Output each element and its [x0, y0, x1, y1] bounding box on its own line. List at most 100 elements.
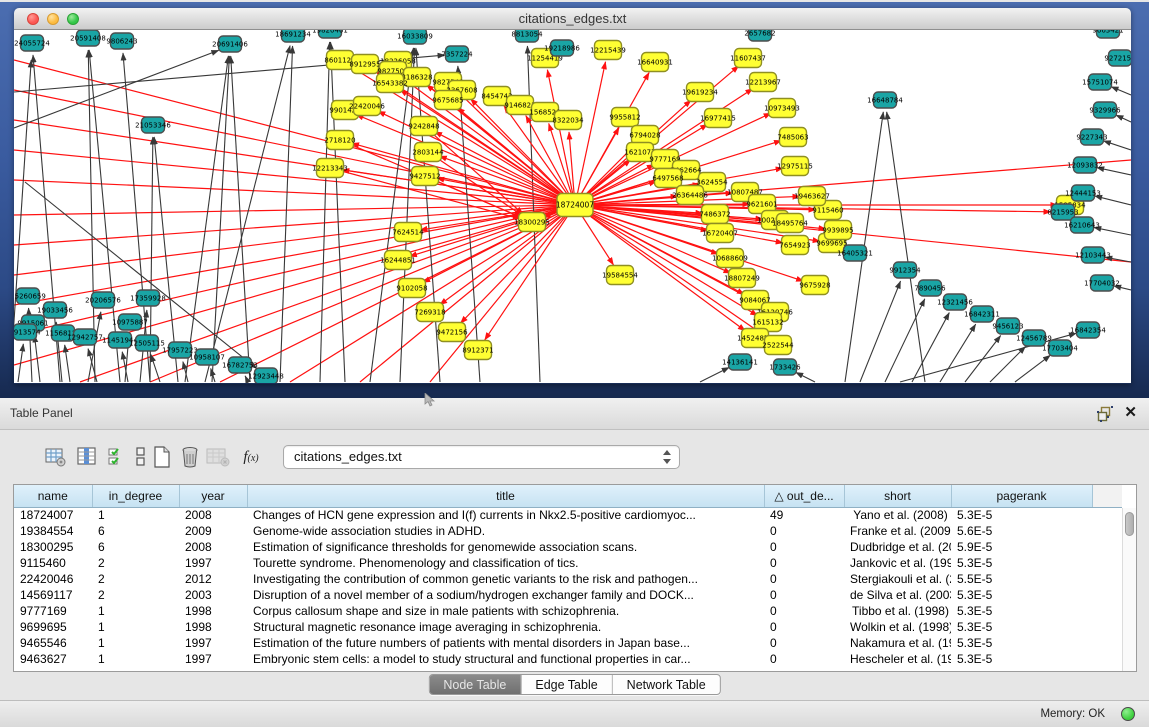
table-cell[interactable]: 0	[764, 619, 844, 635]
table-cell[interactable]: 1	[92, 619, 179, 635]
table-cell[interactable]: 5.3E-5	[951, 603, 1092, 619]
table-cell[interactable]: 1997	[179, 651, 247, 667]
close-panel-icon[interactable]: ✕	[1124, 403, 1137, 421]
graph-edge[interactable]	[860, 281, 901, 382]
table-cell[interactable]: de Silva et al. (2003)	[844, 587, 951, 603]
graph-node[interactable]: 21053346	[135, 117, 171, 133]
column-header[interactable]: short	[844, 485, 951, 507]
table-cell[interactable]: 0	[764, 587, 844, 603]
graph-edge[interactable]	[14, 205, 575, 215]
graph-node[interactable]: 16842311	[964, 306, 1000, 322]
graph-edge[interactable]	[700, 367, 729, 382]
graph-node[interactable]: 10975887	[112, 314, 148, 330]
table-cell[interactable]: 9465546	[14, 635, 92, 651]
table-cell[interactable]: Stergiakouli et al. (2012)	[844, 571, 951, 587]
table-cell[interactable]: 18300295	[14, 539, 92, 555]
graph-node[interactable]: 9456123	[992, 318, 1023, 334]
table-cell[interactable]: Estimation of significance thresholds fo…	[247, 539, 764, 555]
graph-node[interactable]: 20691406	[212, 36, 248, 52]
column-checklist-icon[interactable]	[106, 444, 130, 470]
table-cell[interactable]: Changes of HCN gene expression and I(f) …	[247, 507, 764, 523]
graph-node[interactable]: 19584554	[602, 266, 638, 285]
graph-node[interactable]: 9427512	[409, 167, 440, 186]
graph-edge[interactable]	[280, 46, 293, 382]
table-cell[interactable]: 0	[764, 571, 844, 587]
graph-node[interactable]: 16543382	[372, 74, 408, 93]
table-select[interactable]: citations_edges.txt	[283, 445, 680, 469]
graph-edge[interactable]	[212, 56, 229, 382]
table-row[interactable]: 911546021997Tourette syndrome. Phenomeno…	[14, 555, 1122, 571]
graph-node[interactable]: 9955812	[609, 108, 640, 127]
graph-node[interactable]: 9329966	[1089, 102, 1121, 118]
graph-node[interactable]: 2522544	[762, 336, 794, 355]
table-row[interactable]: 946362711997Embryonic stem cells: a mode…	[14, 651, 1122, 667]
graph-node[interactable]: 22420046	[349, 97, 385, 116]
graph-edge[interactable]	[1111, 87, 1131, 95]
column-header[interactable]: year	[179, 485, 247, 507]
table-cell[interactable]: 1	[92, 651, 179, 667]
graph-edge[interactable]	[575, 193, 733, 205]
graph-node[interactable]: 1733426	[769, 359, 801, 375]
graph-edge[interactable]	[440, 205, 575, 305]
table-cell[interactable]: Jankovic et al. (1997)	[844, 555, 951, 571]
tab-network-table[interactable]: Network Table	[613, 675, 720, 694]
table-cell[interactable]: 9777169	[14, 603, 92, 619]
table-cell[interactable]: 1	[92, 603, 179, 619]
table-cell[interactable]: 1997	[179, 555, 247, 571]
table-cell[interactable]: 1997	[179, 635, 247, 651]
table-cell[interactable]: 2	[92, 555, 179, 571]
table-cell[interactable]: 0	[764, 651, 844, 667]
graph-node[interactable]: 16720407	[702, 224, 738, 243]
network-window-titlebar[interactable]: citations_edges.txt	[14, 8, 1131, 30]
graph-node[interactable]: 9663421	[1092, 30, 1123, 38]
graph-node[interactable]: 7654923	[779, 236, 810, 255]
close-traffic-light-icon[interactable]	[27, 13, 39, 25]
graph-node[interactable]: 18724007	[556, 194, 594, 217]
table-cell[interactable]: 1998	[179, 603, 247, 619]
graph-node[interactable]: 14136141	[722, 354, 758, 370]
table-row[interactable]: 1872400712008Changes of HCN gene express…	[14, 507, 1122, 523]
table-cell[interactable]: 2	[92, 571, 179, 587]
table-cell[interactable]: Tibbo et al. (1998)	[844, 603, 951, 619]
table-cell[interactable]: 5.3E-5	[951, 587, 1092, 603]
graph-node[interactable]: 7357224	[441, 46, 473, 62]
table-cell[interactable]: 0	[764, 539, 844, 555]
graph-node[interactable]: 19463627	[794, 187, 830, 206]
graph-edge[interactable]	[912, 313, 949, 382]
graph-node[interactable]: 9675685	[432, 91, 463, 110]
graph-node[interactable]: 12321456	[937, 294, 973, 310]
table-cell[interactable]: 2003	[179, 587, 247, 603]
table-cell[interactable]: Structural magnetic resonance image aver…	[247, 619, 764, 635]
graph-edge[interactable]	[151, 354, 160, 382]
table-cell[interactable]: 14569117	[14, 587, 92, 603]
graph-edge[interactable]	[940, 324, 976, 382]
graph-node[interactable]: 12103443	[1075, 247, 1111, 263]
graph-node[interactable]: 2657682	[744, 30, 775, 41]
graph-node[interactable]: 10688609	[712, 249, 748, 268]
new-column-icon[interactable]	[150, 444, 174, 470]
graph-node[interactable]: 26364486	[672, 186, 708, 205]
table-cell[interactable]: 5.5E-5	[951, 571, 1092, 587]
table-row[interactable]: 1938455462009Genome-wide association stu…	[14, 523, 1122, 539]
graph-node[interactable]: 11607437	[730, 49, 766, 68]
table-cell[interactable]: 9699695	[14, 619, 92, 635]
graph-node[interactable]: 9675928	[799, 276, 830, 295]
graph-node[interactable]: 9939895	[822, 221, 853, 240]
graph-node[interactable]: 12213967	[745, 73, 781, 92]
graph-node[interactable]: 16842354	[1070, 322, 1106, 338]
graph-node[interactable]: 7485063	[777, 128, 808, 147]
graph-node[interactable]: 9912354	[889, 262, 921, 278]
table-row[interactable]: 946554611997Estimation of the future num…	[14, 635, 1122, 651]
table-cell[interactable]: 5.3E-5	[951, 619, 1092, 635]
graph-node[interactable]: 2803144	[412, 143, 444, 162]
graph-node[interactable]: 18807249	[724, 269, 760, 288]
graph-edge[interactable]	[320, 42, 330, 382]
graph-node[interactable]: 10973493	[764, 99, 800, 118]
table-cell[interactable]: Hescheler et al. (1997)	[844, 651, 951, 667]
graph-node[interactable]: 9806243	[106, 33, 137, 49]
graph-node[interactable]: 18495764	[772, 214, 808, 233]
graph-node[interactable]: 2718120	[324, 131, 355, 150]
graph-node[interactable]: 9102058	[396, 279, 427, 298]
table-cell[interactable]: 5.3E-5	[951, 635, 1092, 651]
graph-edge[interactable]	[796, 372, 815, 382]
